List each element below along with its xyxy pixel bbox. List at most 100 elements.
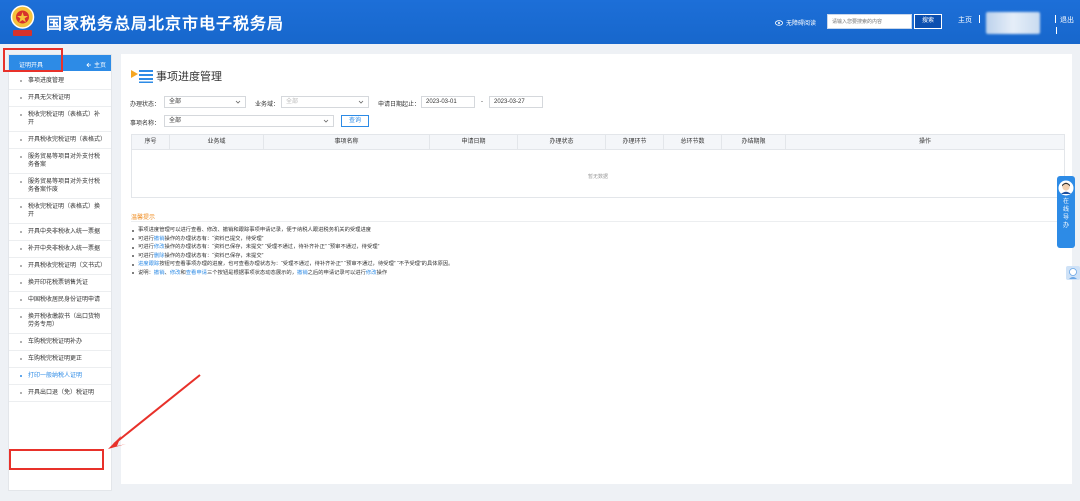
date-start-input[interactable]: 2023-03-01 bbox=[421, 96, 475, 108]
online-guide-float[interactable]: 在 线 导 办 bbox=[1057, 176, 1075, 248]
page-title-block: 事项进度管理 bbox=[131, 68, 222, 84]
tip-text: 可进行 bbox=[138, 235, 154, 242]
sidebar-item-general-taxpayer-certificate[interactable]: 打印一般纳税人证明 bbox=[9, 368, 111, 385]
tips-divider bbox=[131, 221, 1065, 222]
table-empty-text: 暂无数据 bbox=[587, 174, 608, 180]
tip-text: 操作 bbox=[376, 269, 388, 276]
column-header-step: 办理环节 bbox=[606, 135, 664, 150]
date-range-label: 申请日期起止： bbox=[378, 102, 421, 108]
tip-line: 说明：撤销、修改和查看申请三个按钮是根据事项状态动态展示的，撤销之后的申请记录可… bbox=[131, 269, 1065, 278]
guide-char: 在 bbox=[1062, 199, 1069, 205]
tip-line: 进度跟踪按钮可查看事项办理的进度，也可查看办理状态为：“受理不通过，待补齐补正”… bbox=[131, 260, 1065, 269]
online-guide-label: 在 线 导 办 bbox=[1057, 198, 1075, 230]
home-link[interactable]: 主页 bbox=[958, 15, 972, 25]
sidebar-item-no-tax-arrears[interactable]: 开具无欠税证明 bbox=[9, 90, 111, 107]
tip-text: 三个按钮是根据事项状态动态展示的， bbox=[206, 269, 298, 276]
chat-icon[interactable] bbox=[1066, 266, 1080, 280]
tip-text: 可进行 bbox=[138, 252, 154, 259]
column-header-total-steps: 总环节数 bbox=[664, 135, 722, 150]
sidebar-home-link[interactable]: 主页 bbox=[86, 60, 106, 69]
sidebar-item-service-trade-filing[interactable]: 服务贸易等项目对外支付税务备案 bbox=[9, 149, 111, 174]
table-header: 序号 业务域 事项名称 申请日期 办理状态 办理环节 总环节数 办结期限 操作 bbox=[132, 135, 1064, 150]
domain-select-value: 全部 bbox=[286, 99, 299, 105]
tip-text: 说明： bbox=[138, 269, 154, 276]
accessibility-link[interactable]: 无障碍阅读 bbox=[775, 18, 816, 27]
sidebar-item-nontax-receipt-issue[interactable]: 开具中央非税收入统一票据 bbox=[9, 224, 111, 241]
header-divider bbox=[979, 15, 980, 23]
tip-text: 事项进度管理可以进行查看、修改、撤销和跟踪事项申请记录，便于纳税人跟进税务机关的… bbox=[138, 227, 372, 233]
chevron-down-icon bbox=[358, 100, 364, 104]
tip-highlight: 修改 bbox=[169, 269, 181, 276]
column-header-domain: 业务域 bbox=[170, 135, 264, 150]
user-name-blurred bbox=[986, 12, 1040, 34]
column-header-deadline: 办结期限 bbox=[722, 135, 786, 150]
top-header: 国家税务总局北京市电子税务局 无障碍阅读 搜索 主页 退出 bbox=[0, 0, 1080, 44]
guide-char: 导 bbox=[1062, 215, 1069, 221]
tips-list: 事项进度管理可以进行查看、修改、撤销和跟踪事项申请记录，便于纳税人跟进税务机关的… bbox=[131, 226, 1065, 277]
progress-table: 序号 业务域 事项名称 申请日期 办理状态 办理环节 总环节数 办结期限 操作 … bbox=[131, 134, 1065, 198]
sidebar-item-tax-resident-certificate[interactable]: 中国税收居民身份证明申请 bbox=[9, 292, 111, 309]
header-divider bbox=[1055, 15, 1056, 23]
tip-highlight: 撤销 bbox=[153, 269, 165, 276]
query-button[interactable]: 查询 bbox=[341, 115, 369, 127]
sidebar-item-tax-certificate-exchange[interactable]: 税收完税证明（表格式）换开 bbox=[9, 199, 111, 224]
sidebar-item-tax-certificate-reissue[interactable]: 税收完税证明（表格式）补开 bbox=[9, 107, 111, 132]
item-name-select[interactable]: 全部 bbox=[164, 115, 334, 127]
tip-line: 可进行撤销操作的办理状态有：“资料已提交，待受理” bbox=[131, 235, 1065, 244]
column-header-apply-date: 申请日期 bbox=[430, 135, 518, 150]
domain-label: 业务域： bbox=[255, 102, 280, 108]
tip-highlight: 查看申请 bbox=[185, 269, 207, 276]
chevron-down-icon bbox=[323, 119, 329, 123]
sidebar-item-tax-certificate-document[interactable]: 开具税收完税证明（文书式） bbox=[9, 258, 111, 275]
logout-link[interactable]: 退出 bbox=[1060, 15, 1074, 25]
sidebar: 证明开具 主页 事项进度管理 开具无欠税证明 税收完税证明（表格式）补开 开具税… bbox=[8, 54, 112, 491]
sidebar-item-service-trade-filing-void[interactable]: 服务贸易等项目对外支付税务备案作废 bbox=[9, 174, 111, 199]
sidebar-item-export-refund-certificate[interactable]: 开具出口退（免）税证明 bbox=[9, 385, 111, 402]
page-title: 事项进度管理 bbox=[156, 71, 222, 83]
domain-select[interactable]: 全部 bbox=[281, 96, 369, 108]
item-name-select-value: 全部 bbox=[169, 118, 182, 124]
service-agent-icon bbox=[1058, 180, 1074, 196]
tip-text: 可进行 bbox=[138, 244, 154, 250]
main-panel: 事项进度管理 办理状态： 全部 业务域： 全部 申请日期起止： 2023-03-… bbox=[121, 54, 1072, 484]
chevron-down-icon bbox=[235, 100, 241, 104]
sidebar-item-progress-management[interactable]: 事项进度管理 bbox=[9, 73, 111, 90]
date-end-input[interactable]: 2023-03-27 bbox=[489, 96, 543, 108]
tip-text: 之后的申请记录可以进行 bbox=[307, 269, 366, 276]
tip-highlight: 修改 bbox=[153, 244, 165, 250]
tip-text: 操作的办理状态有：“资料已保存，未提交” bbox=[164, 252, 264, 259]
sidebar-item-stamp-tax-voucher[interactable]: 换开印花税票销售凭证 bbox=[9, 275, 111, 292]
tip-highlight: 进度跟踪 bbox=[138, 261, 160, 267]
item-name-label: 事项名称： bbox=[130, 121, 161, 127]
tip-line: 事项进度管理可以进行查看、修改、撤销和跟踪事项申请记录，便于纳税人跟进税务机关的… bbox=[131, 226, 1065, 235]
column-header-status: 办理状态 bbox=[518, 135, 606, 150]
tax-emblem-icon bbox=[10, 5, 35, 36]
column-header-item-name: 事项名称 bbox=[264, 135, 430, 150]
tip-highlight: 撤销 bbox=[153, 235, 165, 242]
sidebar-item-tax-certificate-issue[interactable]: 开具税收完税证明（表格式） bbox=[9, 132, 111, 149]
sidebar-item-vehicle-tax-reissue[interactable]: 车购税完税证明补办 bbox=[9, 334, 111, 351]
tip-highlight: 修改 bbox=[365, 269, 377, 276]
tip-highlight: 撤销 bbox=[297, 269, 308, 276]
search-input[interactable] bbox=[827, 14, 912, 29]
eye-icon bbox=[775, 19, 783, 26]
tip-highlight: 删除 bbox=[153, 252, 165, 259]
tips-title: 温馨提示 bbox=[131, 215, 156, 221]
accessibility-label: 无障碍阅读 bbox=[786, 21, 817, 27]
status-label: 办理状态： bbox=[130, 102, 161, 108]
search-button[interactable]: 搜索 bbox=[914, 14, 942, 29]
guide-char: 线 bbox=[1062, 207, 1069, 213]
status-select-value: 全部 bbox=[169, 99, 182, 105]
tip-text: 操作的办理状态有：“资料已保存，未提交” “受理不通过，待补齐补正” “预审不通… bbox=[164, 244, 380, 250]
sidebar-item-export-payment-book[interactable]: 换开税收缴款书（出口货物劳务专用） bbox=[9, 309, 111, 334]
column-header-index: 序号 bbox=[132, 135, 170, 150]
sidebar-item-nontax-receipt-reissue[interactable]: 补开中央非税收入统一票据 bbox=[9, 241, 111, 258]
back-arrow-icon bbox=[86, 62, 91, 67]
status-select[interactable]: 全部 bbox=[164, 96, 246, 108]
header-divider bbox=[1056, 27, 1057, 34]
date-range-separator: - bbox=[481, 99, 483, 105]
column-header-actions: 操作 bbox=[918, 139, 931, 145]
tip-text: 按钮可查看事项办理的进度，也可查看办理状态为：“受理不通过，待补齐补正” “预审… bbox=[159, 261, 454, 267]
sidebar-item-vehicle-tax-correction[interactable]: 车购税完税证明更正 bbox=[9, 351, 111, 368]
annotation-highlight-box bbox=[9, 449, 104, 470]
